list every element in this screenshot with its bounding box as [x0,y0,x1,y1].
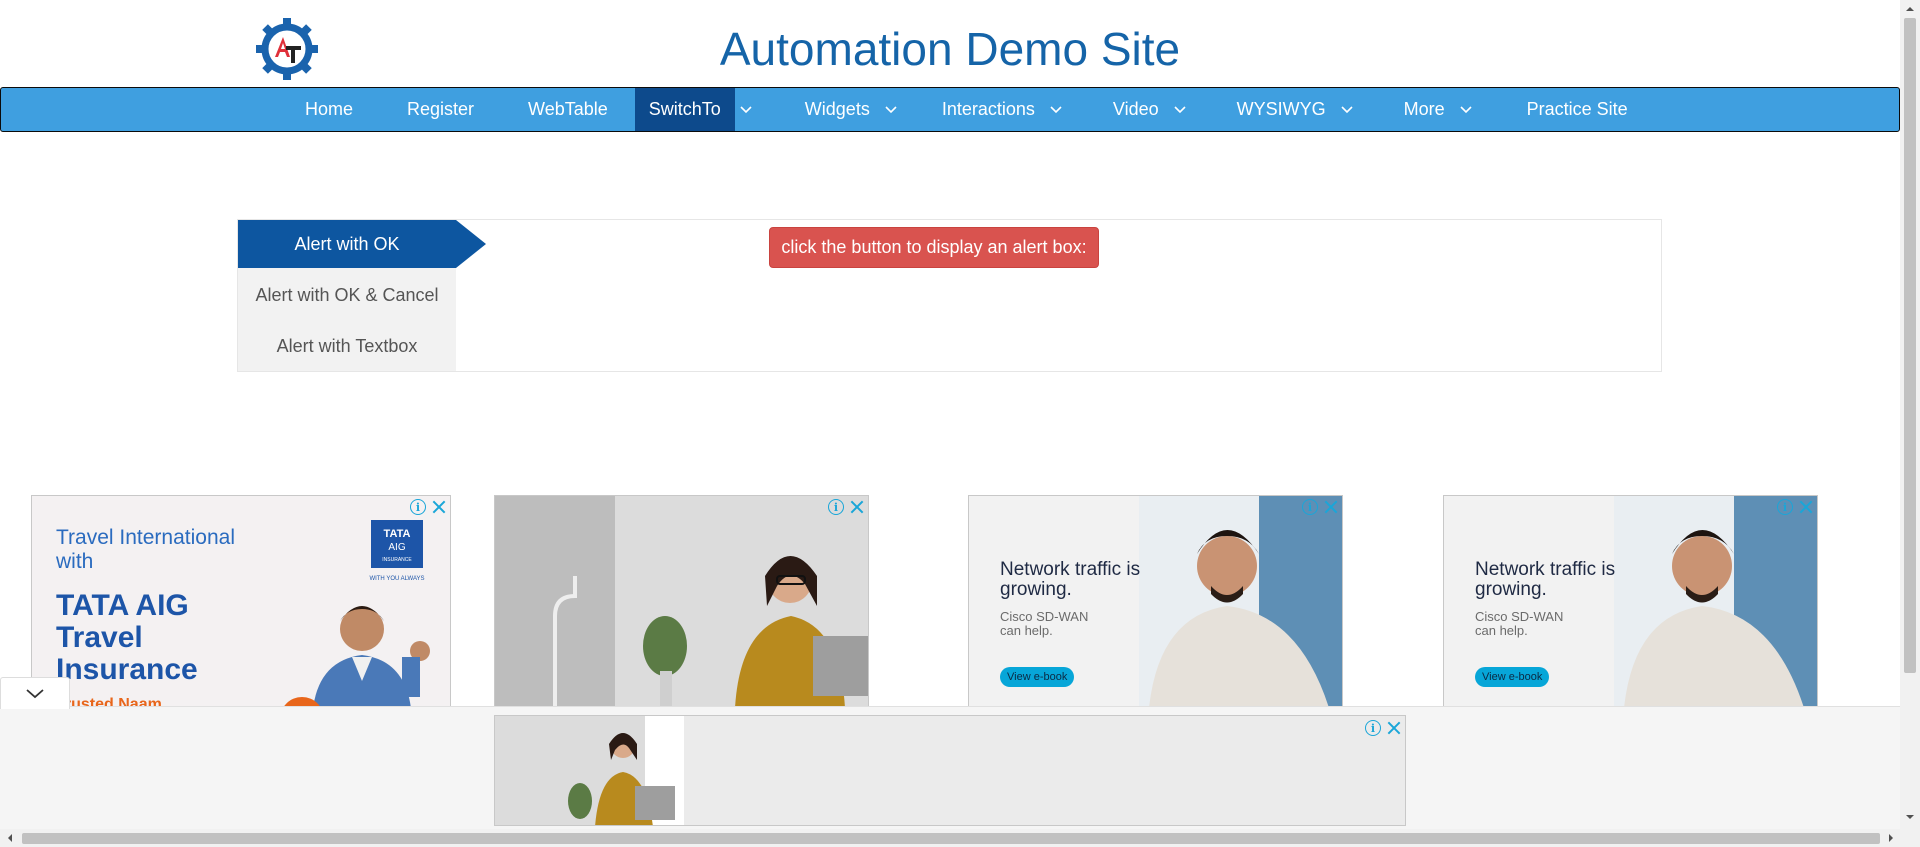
ad-man-image [1139,496,1342,706]
info-icon[interactable]: i [1365,720,1381,736]
chevron-down-icon[interactable] [735,88,757,131]
vertical-scroll-thumb[interactable] [1904,18,1916,673]
scroll-right-icon[interactable] [1886,833,1896,843]
nav-register[interactable]: Register [380,88,501,131]
ad-person-image [284,606,430,706]
view-ebook-button[interactable]: View e-book [1475,667,1550,687]
ad-headline: Network traffic is growing. [1475,559,1616,600]
ad-photo-image [495,716,684,825]
ad-cisco-2[interactable]: i Network traffic is growing. Cisco SD-W… [1443,495,1818,707]
info-icon[interactable]: i [1302,499,1318,515]
tata-aig-logo-icon: TATA AIG INSURANCE WITH YOU ALWAYS [369,520,425,582]
active-tab-arrow [456,220,486,268]
chevron-down-icon [880,88,902,131]
nav-webtable[interactable]: WebTable [501,88,635,131]
ad-headline: TATA AIG Travel Insurance [56,589,198,686]
nav-widgets[interactable]: Widgets [757,88,902,131]
ad-headline: Network traffic is growing. [1000,559,1141,600]
chevron-down-icon [26,688,44,698]
sticky-ad[interactable]: i [494,715,1406,826]
tab-alert-ok-cancel[interactable]: Alert with OK & Cancel [238,271,456,319]
info-icon[interactable]: i [410,499,426,515]
view-ebook-button[interactable]: View e-book [1000,667,1075,687]
info-icon[interactable]: i [828,499,844,515]
nav-switchto[interactable]: SwitchTo [634,88,735,131]
close-icon[interactable] [1387,721,1401,735]
main-navbar: Home Register WebTable SwitchTo Widgets … [0,87,1900,132]
ad-photo-woman[interactable]: i [494,495,869,707]
horizontal-scroll-thumb[interactable] [22,833,1880,844]
close-icon[interactable] [850,500,864,514]
nav-wysiwyg[interactable]: WYSIWYG [1191,88,1358,131]
svg-text:INSURANCE: INSURANCE [382,557,412,563]
alert-tabs: Alert with OK Alert with OK & Cancel Ale… [238,220,456,371]
ad-man-image [1614,496,1817,706]
nav-practice-site[interactable]: Practice Site [1477,88,1655,131]
scroll-down-icon[interactable] [1905,812,1915,822]
svg-text:AIG: AIG [388,542,405,553]
ad-subtext: Cisco SD-WAN can help. [1475,609,1564,638]
sticky-ad-toggle[interactable] [0,677,70,709]
nav-home[interactable]: Home [278,88,380,131]
info-icon[interactable]: i [1777,499,1793,515]
nav-interactions[interactable]: Interactions [902,88,1067,131]
close-icon[interactable] [432,500,446,514]
vertical-scrollbar[interactable] [1900,0,1920,829]
display-alert-button[interactable]: click the button to display an alert box… [769,227,1099,268]
svg-text:WITH YOU ALWAYS: WITH YOU ALWAYS [369,576,424,582]
alerts-panel: Alert with OK Alert with OK & Cancel Ale… [237,219,1662,372]
ad-photo-image [495,496,868,706]
scroll-left-icon[interactable] [5,833,15,843]
tab-alert-textbox[interactable]: Alert with Textbox [238,322,456,370]
svg-text:TATA: TATA [384,528,411,540]
nav-video[interactable]: Video [1067,88,1191,131]
page: Automation Demo Site Home Register WebTa… [0,0,1920,847]
ad-text: Travel International with [56,526,235,573]
ad-tata-aig[interactable]: i Travel International with TATA AIG Tra… [31,495,451,707]
nav-more[interactable]: More [1358,88,1477,131]
horizontal-scrollbar[interactable] [0,829,1920,847]
chevron-down-icon [1455,88,1477,131]
chevron-down-icon [1169,88,1191,131]
ad-cisco-1[interactable]: i Network traffic is growing. Cisco SD-W… [968,495,1343,707]
tab-alert-ok[interactable]: Alert with OK [238,220,456,268]
close-icon[interactable] [1324,500,1338,514]
site-title: Automation Demo Site [719,23,1181,75]
chevron-down-icon [1336,88,1358,131]
ad-subtext: Cisco SD-WAN can help. [1000,609,1089,638]
close-icon[interactable] [1799,500,1813,514]
scroll-up-icon[interactable] [1905,4,1915,14]
chevron-down-icon [1045,88,1067,131]
